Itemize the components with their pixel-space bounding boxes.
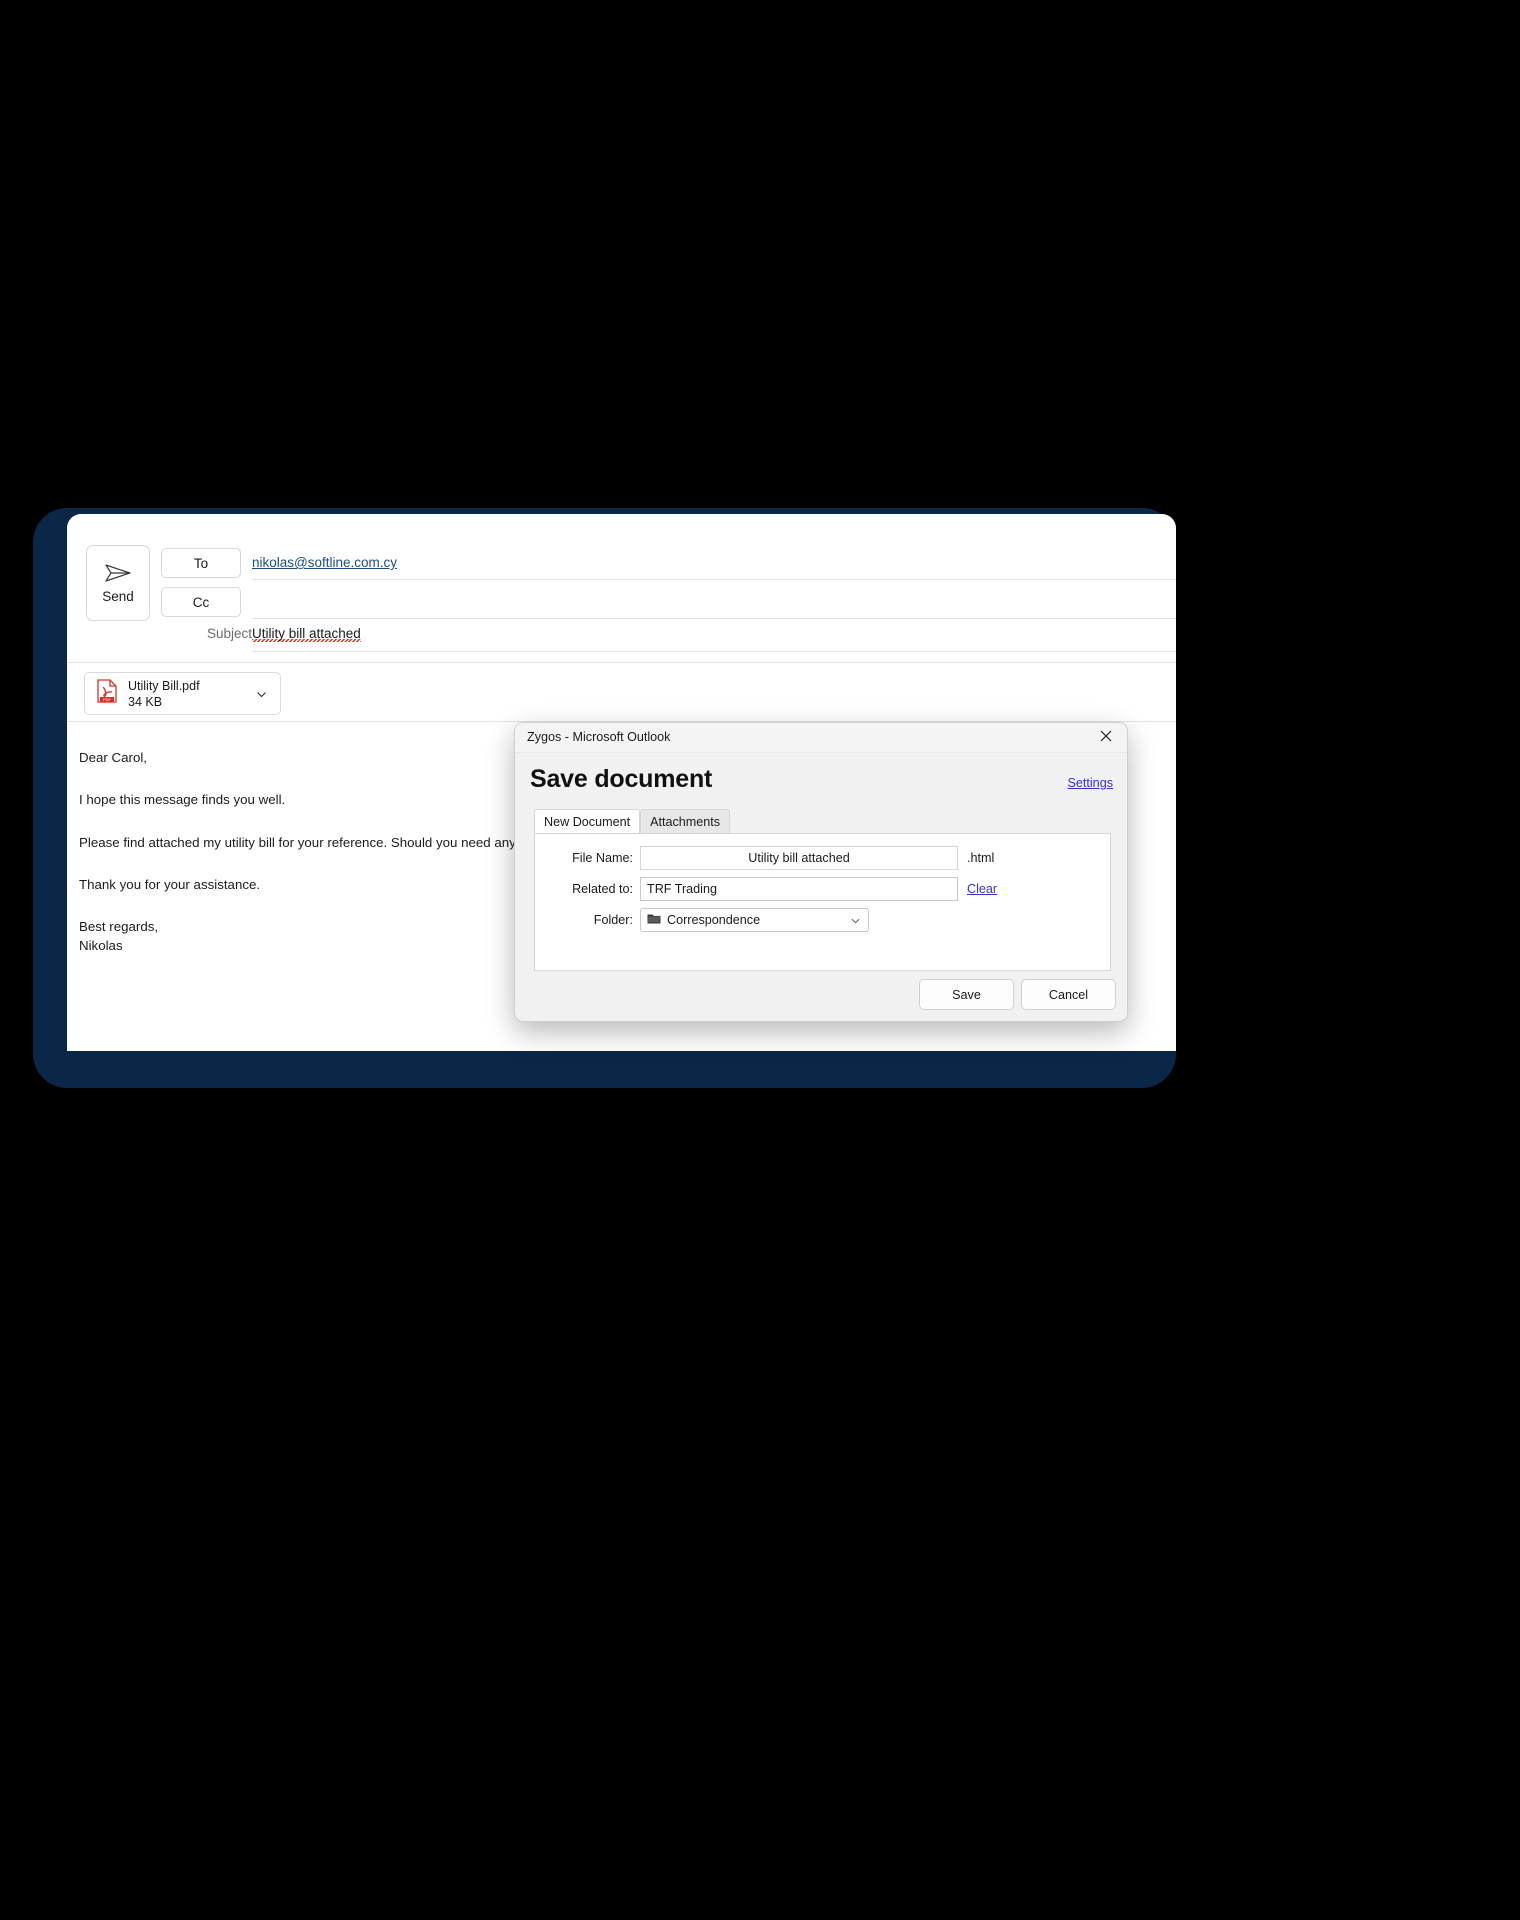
dialog-titlebar: Zygos - Microsoft Outlook — [515, 723, 1127, 753]
attachment-text: Utility Bill.pdf 34 KB — [128, 678, 200, 710]
to-recipient-field[interactable]: nikolas@softline.com.cy — [252, 555, 397, 570]
folder-selected-value: Correspondence — [667, 913, 761, 927]
folder-select[interactable]: Correspondence — [640, 908, 869, 932]
file-name-input[interactable] — [640, 846, 958, 870]
tab-new-document[interactable]: New Document — [534, 809, 641, 834]
related-to-label: Related to: — [572, 882, 633, 896]
to-button-label: To — [193, 555, 209, 571]
paper-plane-icon — [103, 562, 133, 584]
to-field-underline — [252, 579, 1176, 580]
settings-link[interactable]: Settings — [1067, 776, 1113, 790]
cancel-button-label: Cancel — [1048, 987, 1089, 1002]
save-button[interactable]: Save — [919, 979, 1014, 1010]
to-button[interactable]: To — [161, 548, 241, 578]
related-to-row: Related to: Clear — [535, 877, 1110, 901]
attachment-filesize: 34 KB — [128, 694, 163, 709]
tab-attachments[interactable]: Attachments — [640, 809, 731, 834]
tab-attachments-label: Attachments — [650, 815, 721, 829]
save-button-label: Save — [952, 987, 981, 1002]
related-to-input[interactable] — [640, 877, 958, 901]
cancel-button[interactable]: Cancel — [1021, 979, 1116, 1010]
subject-label: Subject — [206, 626, 252, 641]
subject-input[interactable]: Utility bill attached — [252, 626, 361, 642]
folder-label: Folder: — [593, 913, 633, 927]
cc-field-underline — [252, 618, 1176, 619]
svg-text:PDF: PDF — [103, 697, 112, 702]
close-button[interactable] — [1085, 723, 1127, 753]
folder-icon — [647, 911, 661, 929]
send-button-label: Send — [102, 589, 134, 604]
compose-header: Send To Cc nikolas@softline.com.cy Subje… — [67, 514, 1176, 652]
dialog-tabstrip: New Document Attachments — [534, 809, 731, 834]
cc-button-label: Cc — [192, 594, 210, 610]
file-name-row: File Name: .html — [535, 846, 1110, 870]
clear-link[interactable]: Clear — [967, 877, 997, 901]
attachment-item[interactable]: PDF Utility Bill.pdf 34 KB — [84, 672, 281, 715]
new-document-panel: File Name: .html Related to: Clear Folde… — [534, 833, 1111, 971]
cc-button[interactable]: Cc — [161, 587, 241, 617]
attachment-strip: PDF Utility Bill.pdf 34 KB — [67, 662, 1176, 722]
close-icon — [1099, 729, 1113, 748]
dialog-heading: Save document — [530, 765, 713, 793]
file-extension-label: .html — [967, 851, 995, 865]
attachment-filename: Utility Bill.pdf — [128, 678, 200, 693]
folder-row: Folder: Correspondence — [535, 908, 1110, 932]
subject-field-underline — [252, 651, 1176, 652]
dialog-window-title: Zygos - Microsoft Outlook — [527, 730, 671, 744]
send-button[interactable]: Send — [86, 545, 150, 621]
file-name-label: File Name: — [572, 851, 633, 865]
save-document-dialog: Zygos - Microsoft Outlook Save document … — [514, 722, 1128, 1022]
pdf-file-icon: PDF — [85, 679, 117, 708]
tab-new-document-label: New Document — [544, 815, 631, 829]
